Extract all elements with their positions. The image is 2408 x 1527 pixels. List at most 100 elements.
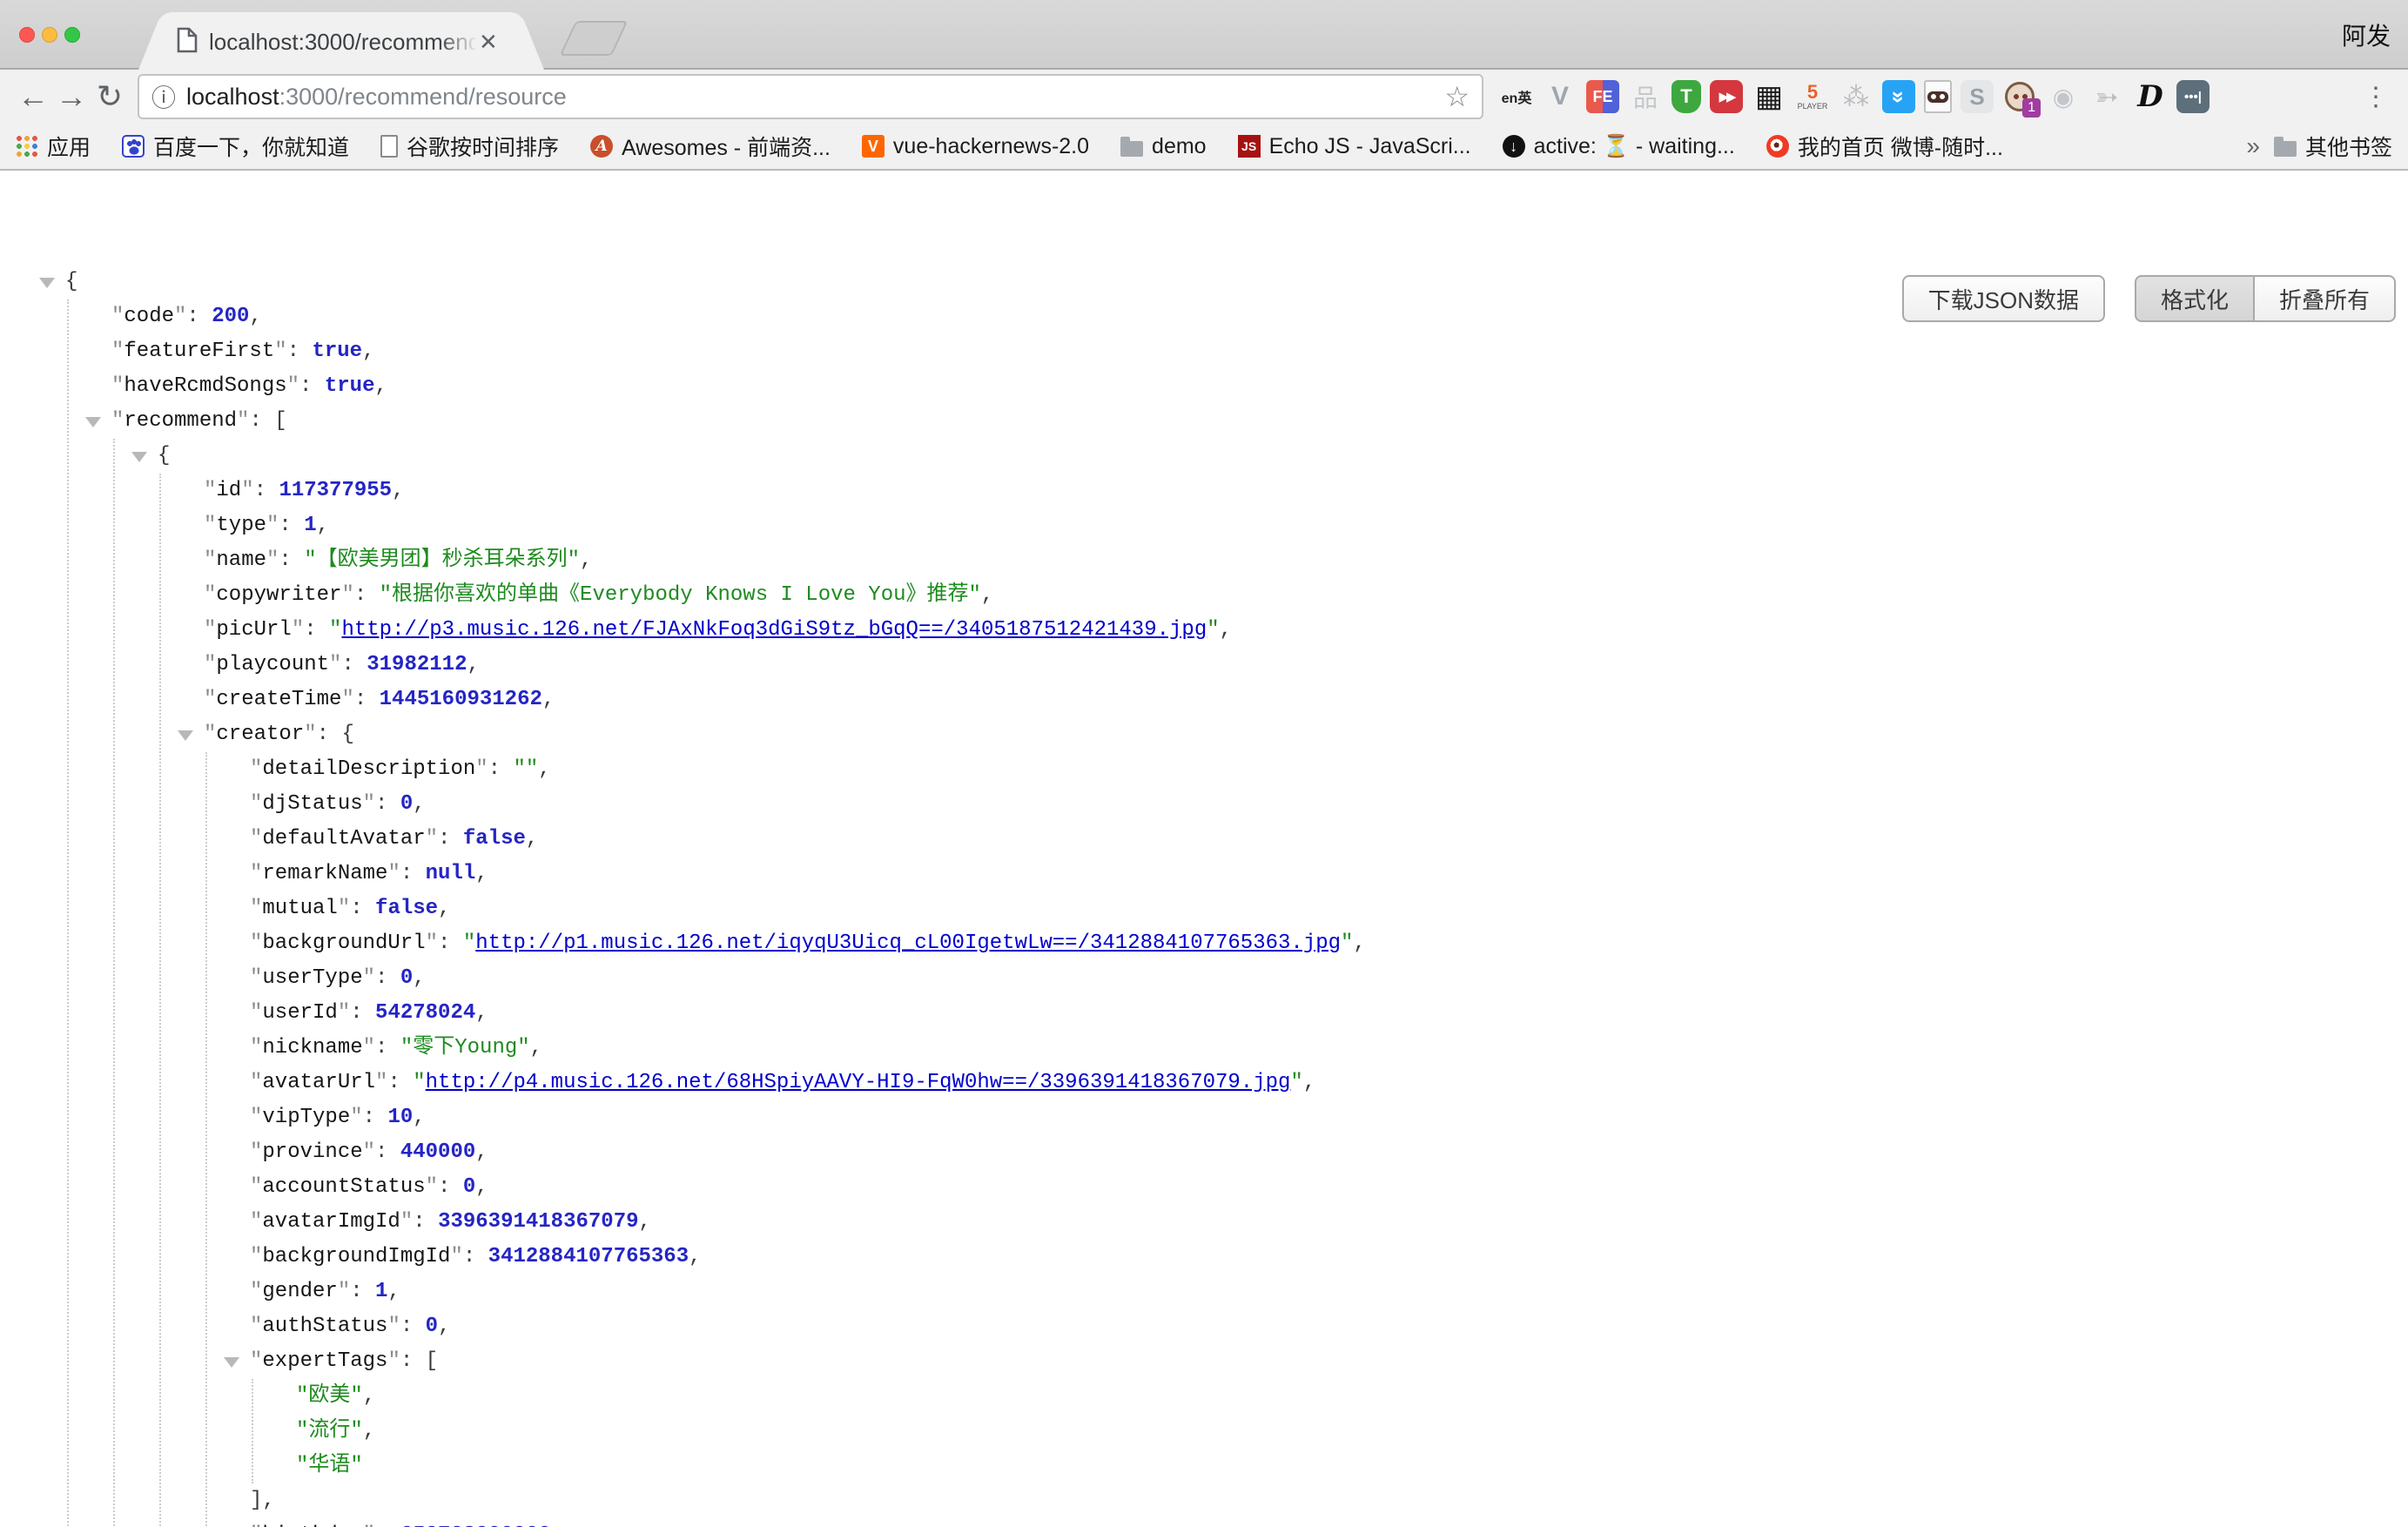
bookmark-baidu[interactable]: 百度一下，你就知道: [122, 131, 349, 162]
json-key-quote: ": [111, 409, 124, 433]
json-comma: ,: [639, 1210, 651, 1234]
json-value: 3412884107765363: [488, 1245, 689, 1268]
json-colon: :: [350, 1280, 375, 1303]
fullscreen-window-button[interactable]: [64, 27, 80, 43]
shield-t-icon[interactable]: T: [1671, 80, 1701, 113]
format-button[interactable]: 格式化: [2135, 275, 2254, 322]
download-json-button[interactable]: 下载JSON数据: [1902, 275, 2105, 322]
json-comma: ,: [438, 897, 450, 920]
bookmark-vue-hackernews[interactable]: vue-hackernews-2.0: [862, 134, 1089, 159]
json-line: "accountStatus": 0,: [0, 1170, 2408, 1205]
dafont-icon[interactable]: D: [2133, 77, 2168, 116]
reload-button[interactable]: ↻: [91, 78, 129, 115]
tab-close-icon[interactable]: ✕: [479, 29, 498, 56]
folder-icon: [2274, 141, 2297, 157]
json-value: "零下Young": [400, 1036, 530, 1059]
tampermonkey-icon[interactable]: 1: [2002, 77, 2037, 116]
mask-icon-glyph: [1927, 91, 1948, 103]
mask-icon[interactable]: [1924, 80, 1952, 113]
other-bookmarks-folder[interactable]: 其他书签: [2274, 131, 2392, 162]
profile-name[interactable]: 阿发: [2342, 17, 2391, 52]
json-link[interactable]: http://p4.music.126.net/68HSpiyAAVY-HI9-…: [426, 1071, 1291, 1094]
json-key: recommend: [124, 409, 237, 433]
json-link[interactable]: http://p3.music.126.net/FJAxNkFoq3dGiS9t…: [341, 618, 1207, 642]
json-value: 31982112: [367, 653, 467, 676]
json-key: mutual: [262, 897, 337, 920]
chrome-menu-icon[interactable]: ⋮: [2363, 82, 2389, 112]
json-key-quote: ": [250, 966, 262, 990]
collapse-toggle-icon[interactable]: [131, 452, 147, 462]
json-colon: :: [413, 1210, 438, 1234]
browser-tab[interactable]: localhost:3000/recommend/re ✕: [171, 12, 512, 71]
bookmark-weibo-home[interactable]: 我的首页 微博-随时...: [1766, 131, 2003, 162]
json-link[interactable]: http://p1.music.126.net/iqyqU3Uicq_cL00I…: [475, 932, 1341, 955]
json-line: "流行",: [0, 1414, 2408, 1449]
new-tab-button[interactable]: [560, 21, 629, 56]
folder-icon: [1120, 141, 1143, 157]
weibo-gray-icon[interactable]: ◉: [2046, 77, 2081, 116]
json-comma: ,: [413, 966, 425, 990]
json-key: type: [216, 514, 266, 537]
collapse-toggle-icon[interactable]: [85, 417, 101, 427]
json-colon: :: [375, 1036, 400, 1059]
org-chart-icon[interactable]: 品: [1628, 77, 1663, 116]
address-bar[interactable]: ⓘ localhost:3000/recommend/resource ☆: [138, 74, 1483, 119]
hummingbird-icon[interactable]: ➳: [2089, 77, 2124, 116]
close-window-button[interactable]: [19, 27, 35, 43]
json-value: 200: [212, 305, 249, 328]
json-line: "gender": 1,: [0, 1275, 2408, 1309]
bookmark-star-icon[interactable]: ☆: [1444, 80, 1470, 113]
video-speed-icon[interactable]: ▶▶: [1710, 80, 1743, 113]
bookmark-apps[interactable]: 应用: [16, 131, 91, 162]
bookmark-echo-js[interactable]: Echo JS - JavaScri...: [1238, 134, 1471, 159]
url-text[interactable]: localhost:3000/recommend/resource: [186, 84, 567, 111]
json-value: 1: [375, 1280, 387, 1303]
json-key: userId: [262, 1001, 337, 1025]
json-value-quote: ": [1341, 932, 1353, 955]
collapse-toggle-icon[interactable]: [39, 278, 55, 288]
json-key-quote: ": [250, 862, 262, 885]
bookmark-awesomes[interactable]: Awesomes - 前端资...: [590, 131, 831, 162]
vue-devtools-icon[interactable]: V: [1543, 77, 1577, 116]
json-line: "detailDescription": "",: [0, 752, 2408, 787]
bookmark-active-waiting[interactable]: active: ⏳ - waiting...: [1503, 134, 1735, 159]
json-line: "name": "【欧美男团】秒杀耳朵系列",: [0, 543, 2408, 578]
json-line: "defaultAvatar": false,: [0, 822, 2408, 857]
paw-icon[interactable]: ⁂: [1839, 77, 1873, 116]
json-value: 0: [463, 1175, 475, 1199]
bookmark-demo[interactable]: demo: [1120, 134, 1207, 159]
json-key: featureFirst: [124, 340, 274, 363]
json-colon: :: [363, 1106, 388, 1129]
site-info-icon[interactable]: ⓘ: [151, 79, 176, 114]
collapse-all-button[interactable]: 折叠所有: [2254, 275, 2396, 322]
forward-button[interactable]: →: [52, 78, 91, 115]
bookmark-label: Echo JS - JavaScri...: [1269, 134, 1471, 159]
json-colon: :: [186, 305, 212, 328]
vue-devtools-icon-glyph: V: [1551, 82, 1569, 111]
bookmark-google-sort[interactable]: 谷歌按时间排序: [380, 131, 559, 162]
onepassword-icon-glyph: •••|: [2184, 90, 2202, 104]
collapse-toggle-icon[interactable]: [178, 730, 193, 741]
json-comma: ,: [413, 792, 425, 816]
back-button[interactable]: ←: [14, 78, 52, 115]
json-value: null: [426, 862, 476, 885]
echojs-icon: [1238, 135, 1261, 158]
json-key: backgroundUrl: [262, 932, 425, 955]
json-key-quote: ": [250, 1524, 262, 1527]
fe-icon[interactable]: FE: [1586, 80, 1619, 113]
qr-code-icon[interactable]: ▦: [1752, 77, 1786, 116]
minimize-window-button[interactable]: [42, 27, 57, 43]
getui-icon[interactable]: »: [1882, 80, 1915, 113]
bookmarks-overflow-icon[interactable]: »: [2232, 132, 2274, 160]
h5-player-icon[interactable]: 5PLAYER: [1795, 77, 1830, 116]
json-comma: ,: [526, 827, 538, 851]
onepassword-icon[interactable]: •••|: [2176, 80, 2210, 113]
json-key-quote: ": [204, 653, 216, 676]
s-icon[interactable]: S: [1961, 80, 1994, 113]
translate-icon[interactable]: en英: [1499, 77, 1534, 116]
json-value: 10: [387, 1106, 413, 1129]
json-value: "【欧美男团】秒杀耳朵系列": [304, 548, 580, 572]
collapse-toggle-icon[interactable]: [224, 1357, 239, 1368]
json-key: avatarImgId: [262, 1210, 400, 1234]
browser-toolbar: ← → ↻ ⓘ localhost:3000/recommend/resourc…: [0, 70, 2408, 124]
